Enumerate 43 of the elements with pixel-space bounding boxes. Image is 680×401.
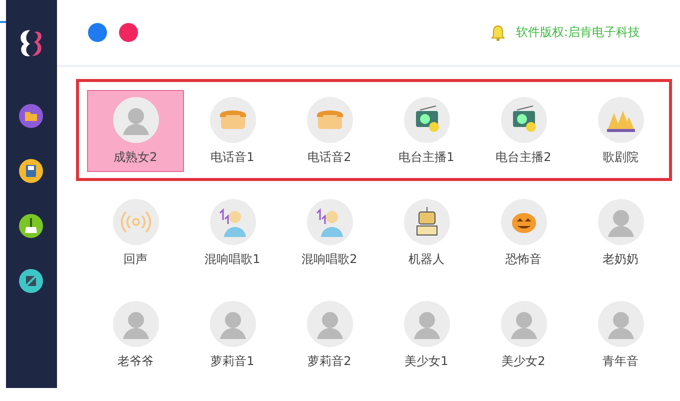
bell-icon <box>488 24 507 42</box>
radio-icon <box>404 96 450 142</box>
voice-item[interactable]: 萝莉音2 <box>281 294 378 376</box>
voice-item[interactable]: 萝莉音1 <box>184 294 281 376</box>
voice-item[interactable]: 老奶奶 <box>572 192 669 274</box>
voice-item[interactable]: 混响唱歌1 <box>184 192 281 274</box>
voice-item[interactable]: 电话音1 <box>184 90 281 172</box>
broom-icon[interactable] <box>19 214 44 238</box>
voice-item[interactable]: 混响唱歌2 <box>281 192 378 274</box>
voice-item[interactable]: 机器人 <box>378 192 475 274</box>
robot-icon <box>404 198 450 244</box>
voice-item[interactable]: 电台主播1 <box>378 90 475 172</box>
voice-item[interactable]: 电话音2 <box>281 90 378 172</box>
singer-icon <box>210 198 256 244</box>
avatar-silhouette-icon <box>598 300 644 346</box>
sound-waves-icon <box>112 198 158 244</box>
voice-item[interactable]: 成熟女2 <box>87 90 184 172</box>
window-dot[interactable] <box>119 23 138 42</box>
folder-icon[interactable] <box>19 104 44 128</box>
avatar-silhouette-icon <box>404 300 450 346</box>
voice-item[interactable]: 电台主播2 <box>475 90 572 172</box>
avatar-silhouette-icon <box>112 300 158 346</box>
telephone-icon <box>210 96 256 142</box>
avatar-silhouette-icon <box>500 300 546 346</box>
avatar-silhouette-icon <box>598 198 644 244</box>
window-dot[interactable] <box>88 23 107 42</box>
voice-item[interactable]: 美少女2 <box>475 294 572 376</box>
avatar-silhouette-icon <box>210 300 256 346</box>
telephone-icon <box>306 96 352 142</box>
avatar-silhouette-icon <box>112 96 158 142</box>
opera-house-icon <box>598 96 644 142</box>
voice-item[interactable]: 老爷爷 <box>87 294 184 376</box>
pumpkin-icon <box>500 198 546 244</box>
voice-item[interactable]: 歌剧院 <box>572 90 669 172</box>
save-icon[interactable] <box>19 159 44 183</box>
copyright-text: 软件版权:启肯电子科技 <box>516 24 640 41</box>
voice-item[interactable]: 青年音 <box>572 294 669 376</box>
avatar-silhouette-icon <box>306 300 352 346</box>
voice-item[interactable]: 回声 <box>87 192 184 274</box>
voice-item[interactable]: 美少女1 <box>378 294 475 376</box>
singer-icon <box>306 198 352 244</box>
voice-item[interactable]: 恐怖音 <box>475 192 572 274</box>
radio-icon <box>500 96 546 142</box>
